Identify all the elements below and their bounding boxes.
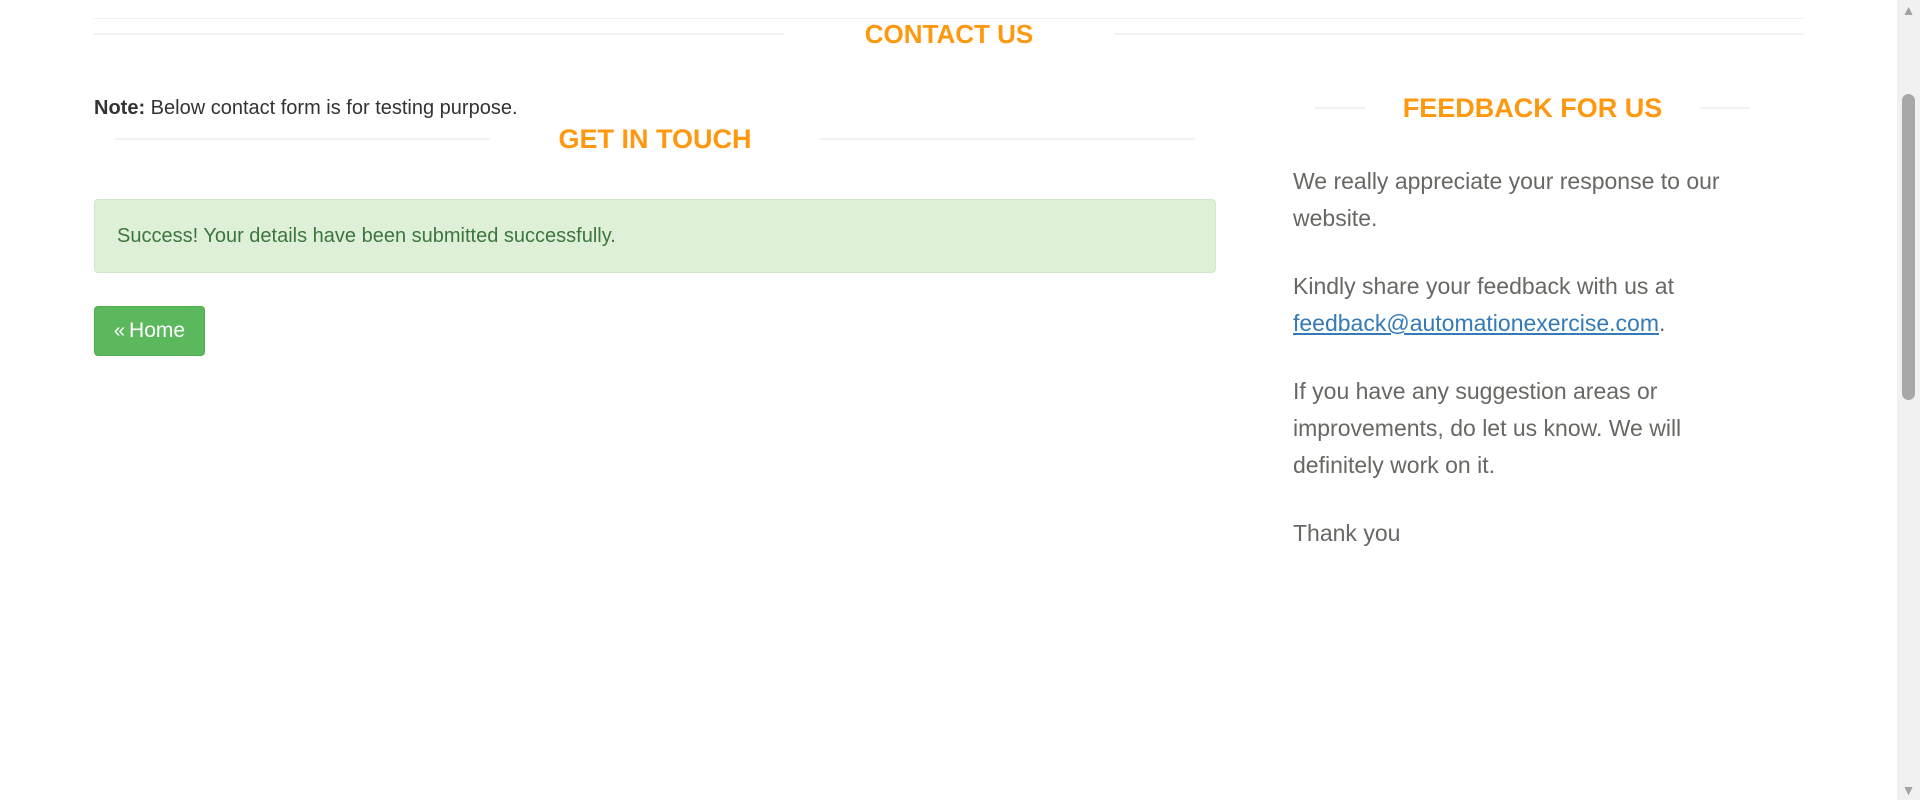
scroll-down-arrow-icon[interactable]: ▼ <box>1897 780 1920 800</box>
home-button-label: Home <box>129 319 186 342</box>
vertical-scrollbar[interactable]: ▲ ▼ <box>1897 0 1920 800</box>
double-chevron-left-icon: « <box>113 320 126 342</box>
feedback-email-link[interactable]: feedback@automationexercise.com <box>1293 310 1659 336</box>
feedback-paragraph: If you have any suggestion areas or impr… <box>1293 378 1682 478</box>
success-alert: Success! Your details have been submitte… <box>94 199 1216 273</box>
form-note: Note: Below contact form is for testing … <box>94 97 518 120</box>
feedback-paragraph: Kindly share your feedback with us at fe… <box>1293 268 1763 342</box>
feedback-heading: FEEDBACK FOR US <box>1315 90 1750 126</box>
page-title: CONTACT US <box>864 18 1034 49</box>
feedback-period: . <box>1658 310 1666 336</box>
contact-us-heading: CONTACT US <box>94 16 1804 52</box>
feedback-title: FEEDBACK FOR US <box>1402 92 1663 123</box>
heading-line-right <box>1114 33 1804 35</box>
heading-line-right <box>1699 107 1750 109</box>
get-in-touch-heading: GET IN TOUCH <box>115 119 1195 159</box>
feedback-thanks: Thank you <box>1293 520 1401 546</box>
get-in-touch-title: GET IN TOUCH <box>558 123 752 154</box>
note-label: Note: <box>94 97 146 119</box>
note-text: Below contact form is for testing purpos… <box>145 97 518 119</box>
scroll-up-arrow-icon[interactable]: ▲ <box>1897 0 1920 20</box>
heading-line-left <box>115 138 490 140</box>
feedback-share-text: Kindly share your feedback with us at <box>1293 273 1674 299</box>
heading-line-left <box>1315 107 1365 109</box>
feedback-paragraph: We really appreciate your response to ou… <box>1293 168 1720 231</box>
home-button[interactable]: « Home <box>94 306 205 356</box>
scrollbar-thumb[interactable] <box>1902 94 1915 400</box>
heading-line-left <box>94 33 784 35</box>
success-message: Success! Your details have been submitte… <box>117 224 616 247</box>
heading-line-right <box>820 138 1195 140</box>
feedback-content: We really appreciate your response to ou… <box>1293 163 1763 583</box>
